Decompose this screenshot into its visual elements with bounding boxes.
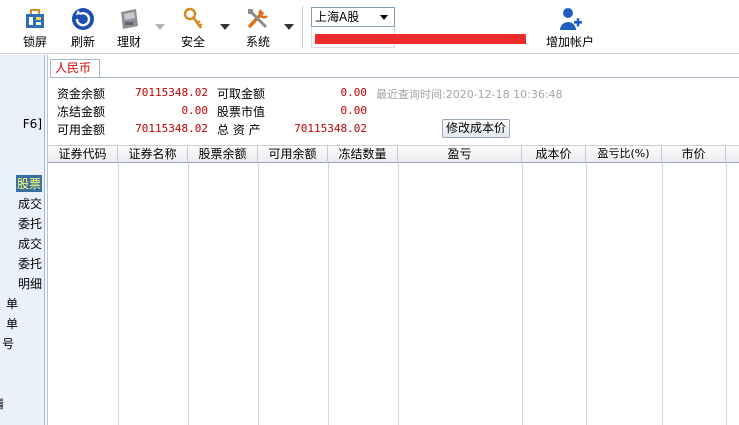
system-button[interactable]: 系统 bbox=[241, 4, 275, 50]
stock-value-value: 0.00 bbox=[340, 104, 368, 117]
fund-balance-value: 70115348.02 bbox=[135, 86, 208, 99]
column-header[interactable]: 市价 bbox=[662, 146, 726, 163]
system-tools-icon bbox=[247, 9, 268, 29]
refresh-button[interactable]: 刷新 bbox=[66, 4, 100, 50]
total-assets-label: 总 资 产 bbox=[217, 123, 261, 137]
column-header[interactable]: 冻结数量 bbox=[328, 146, 398, 163]
column-divider bbox=[258, 163, 259, 425]
column-header[interactable]: 股票余额 bbox=[188, 146, 258, 163]
withdrawable-label: 可取金额 bbox=[217, 87, 266, 101]
column-divider bbox=[726, 163, 727, 425]
column-divider bbox=[586, 163, 587, 425]
security-dropdown-icon[interactable] bbox=[220, 24, 230, 30]
column-divider bbox=[118, 163, 119, 425]
add-account-label: 增加帐户 bbox=[545, 35, 594, 49]
left-nav-panel: F6] 股票 成交 委托 成交 委托 明细 单 单 号 情 bbox=[0, 55, 45, 425]
column-header[interactable]: 盈亏比(%) bbox=[586, 146, 662, 163]
column-header[interactable]: 证券代码 bbox=[48, 146, 118, 163]
security-label: 安全 bbox=[180, 35, 205, 49]
security-button[interactable]: 安全 bbox=[176, 4, 210, 50]
finance-dropdown-icon[interactable] bbox=[155, 24, 165, 30]
market-select-dropdown-icon bbox=[380, 15, 388, 20]
last-query-time: 最近查询时间:2020-12-18 10:36:48 bbox=[376, 88, 563, 101]
stock-value-label: 股票市值 bbox=[217, 105, 266, 119]
left-nav-item-active[interactable]: 股票 bbox=[15, 175, 42, 192]
lock-screen-icon bbox=[26, 9, 44, 28]
finance-label: 理财 bbox=[116, 35, 141, 49]
positions-table-header: 证券代码 证券名称 股票余额 可用余额 冻结数量 盈亏 成本价 盈亏比(%) 市… bbox=[48, 145, 739, 163]
toolbar: 锁屏 刷新 理财 安全 系统 上海A股 增加帐户 bbox=[0, 0, 739, 54]
toolbar-separator bbox=[302, 6, 303, 48]
column-header[interactable]: 可用余额 bbox=[258, 146, 328, 163]
add-account-button[interactable]: 增加帐户 bbox=[542, 4, 598, 50]
tab-underline bbox=[50, 77, 739, 78]
available-label: 可用金额 bbox=[57, 123, 106, 137]
available-value: 70115348.02 bbox=[135, 122, 208, 135]
column-divider bbox=[398, 163, 399, 425]
left-nav-item[interactable]: 委托 bbox=[18, 215, 42, 232]
positions-table-body[interactable] bbox=[48, 163, 739, 425]
frozen-value: 0.00 bbox=[181, 104, 209, 117]
frozen-label: 冻结金额 bbox=[57, 105, 106, 119]
left-nav-item[interactable]: F6] bbox=[23, 117, 42, 131]
total-assets-value: 70115348.02 bbox=[294, 122, 367, 135]
column-divider bbox=[328, 163, 329, 425]
left-nav-item[interactable]: 号 bbox=[2, 335, 14, 352]
modify-cost-button[interactable]: 修改成本价 bbox=[442, 119, 510, 138]
finance-button[interactable]: 理财 bbox=[112, 4, 146, 50]
lock-screen-label: 锁屏 bbox=[22, 35, 47, 49]
column-header[interactable]: 盈亏 bbox=[398, 146, 522, 163]
column-divider bbox=[662, 163, 663, 425]
finance-icon bbox=[121, 9, 138, 29]
left-nav-item[interactable]: 单 bbox=[6, 295, 18, 312]
system-label: 系统 bbox=[245, 35, 270, 49]
tab-rmb[interactable]: 人民币 bbox=[50, 59, 100, 77]
left-nav-item[interactable]: 明细 bbox=[18, 275, 42, 292]
column-divider bbox=[188, 163, 189, 425]
refresh-label: 刷新 bbox=[70, 35, 95, 49]
left-nav-item[interactable]: 情 bbox=[0, 395, 4, 412]
column-header[interactable]: 证券名称 bbox=[118, 146, 188, 163]
column-divider bbox=[522, 163, 523, 425]
market-select[interactable]: 上海A股 bbox=[311, 7, 395, 27]
withdrawable-value: 0.00 bbox=[340, 86, 368, 99]
system-dropdown-icon[interactable] bbox=[284, 24, 294, 30]
redaction-bar bbox=[315, 34, 526, 44]
left-nav-item[interactable]: 成交 bbox=[18, 195, 42, 212]
fund-balance-label: 资金余额 bbox=[57, 87, 106, 101]
add-user-icon bbox=[560, 8, 582, 30]
left-nav-item[interactable]: 单 bbox=[6, 315, 18, 332]
market-select-value: 上海A股 bbox=[315, 10, 360, 24]
left-nav-item[interactable]: 委托 bbox=[18, 255, 42, 272]
lock-screen-button[interactable]: 锁屏 bbox=[18, 4, 52, 50]
refresh-icon bbox=[72, 8, 94, 30]
column-header[interactable]: 成本价 bbox=[522, 146, 586, 163]
security-key-icon bbox=[183, 7, 203, 29]
left-nav-item[interactable]: 成交 bbox=[18, 235, 42, 252]
